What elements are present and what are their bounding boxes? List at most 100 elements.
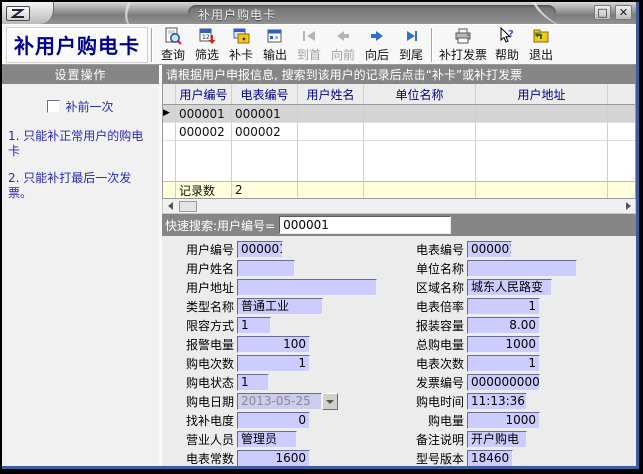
cell-user-address[interactable] [476,123,608,140]
quick-search-input[interactable] [279,216,451,234]
area-name-label: 区域名称 [394,279,464,296]
purchase-count-field[interactable]: 1 [237,355,310,372]
purchase-status-field[interactable]: 1 [237,374,269,391]
filter-label: 筛选 [195,46,219,63]
window-frame: 补用户购电卡 □ ✕ 补用户购电卡 查询 12 筛选 ✦ 补卡 输出 到首 [2,2,639,469]
go-prev-label: 向前 [331,46,355,63]
reissue-previous-checkbox-row[interactable]: 补前一次 [8,98,153,115]
unit-name-field[interactable] [467,260,577,277]
user-address-field[interactable] [237,279,377,296]
table-empty-area [163,141,635,181]
toolbar: 补用户购电卡 查询 12 筛选 ✦ 补卡 输出 到首 向前 向后 [2,24,636,65]
page-title-panel: 补用户购电卡 [6,27,148,63]
query-button[interactable]: 查询 [156,26,190,64]
purchase-energy-label: 购电量 [394,412,464,429]
quick-search-bar: 快速搜索:用户编号= [162,214,636,236]
meter-constant-field[interactable]: 1600 [237,450,310,466]
main-area: 请根据用户申报信息, 搜索到该用户的记录后点击“补卡”或补打发票 用户编号 电表… [162,65,636,466]
col-meter-id[interactable]: 电表编号 [232,84,298,104]
user-name-field[interactable] [237,260,295,277]
scroll-right-icon[interactable] [621,200,635,213]
col-user-address[interactable]: 用户地址 [476,84,608,104]
remark-field[interactable]: 开户购电 [467,431,527,448]
user-id-field[interactable]: 000001 [237,241,283,258]
type-name-label: 类型名称 [164,298,234,315]
svg-text:✦: ✦ [241,35,247,43]
purchase-time-label: 购电时间 [394,393,464,410]
output-label: 输出 [263,46,287,63]
area-name-field[interactable]: 城东人民路变 [467,279,552,296]
meter-constant-label: 电表常数 [164,450,234,466]
exit-folder-icon [532,27,550,45]
model-version-field[interactable]: 18460 [467,450,513,466]
table-header-row: 用户编号 电表编号 用户姓名 单位名称 用户地址 [163,84,635,105]
user-address-label: 用户地址 [164,279,234,296]
go-next-button[interactable]: 向后 [360,26,394,64]
help-label: 帮助 [495,46,519,63]
alarm-energy-field[interactable]: 100 [237,336,310,353]
cell-user-name[interactable] [298,105,364,122]
go-first-button: 到首 [292,26,326,64]
purchase-date-dropdown[interactable] [322,393,338,410]
cell-meter-id[interactable]: 000001 [232,105,298,122]
col-filler [608,84,635,104]
close-button[interactable]: ✕ [615,5,632,20]
checkbox-icon[interactable] [47,100,60,113]
go-last-label: 到尾 [399,46,423,63]
adjust-energy-field[interactable]: 0 [237,412,310,429]
user-table: 用户编号 电表编号 用户姓名 单位名称 用户地址 ▶ 000001 000001 [162,84,636,199]
table-hscrollbar[interactable] [162,199,636,214]
table-row[interactable]: 000002 000002 [163,123,635,141]
cell-unit-name[interactable] [364,123,476,140]
total-energy-label: 总购电量 [394,336,464,353]
cell-user-address[interactable] [476,105,608,122]
svg-text:12: 12 [202,34,210,41]
output-button[interactable]: 输出 [258,26,292,64]
installed-capacity-label: 报装容量 [394,317,464,334]
reissue-previous-label: 补前一次 [65,98,113,115]
meter-ratio-field[interactable]: 1 [467,298,540,315]
cell-meter-id[interactable]: 000002 [232,123,298,140]
meter-count-field[interactable]: 1 [467,355,540,372]
cell-user-id[interactable]: 000001 [176,105,232,122]
reissue-card-button[interactable]: ✦ 补卡 [224,26,258,64]
total-energy-field[interactable]: 1000 [467,336,540,353]
user-name-label: 用户姓名 [164,260,234,277]
search-icon [164,27,182,45]
help-button[interactable]: ? 帮助 [490,26,524,64]
scrollbar-thumb[interactable] [179,201,197,212]
purchase-energy-field[interactable]: 1000 [467,412,540,429]
operator-field[interactable]: 管理员 [237,431,297,448]
cell-unit-name[interactable] [364,105,476,122]
type-name-field[interactable]: 普通工业 [237,298,323,315]
go-last-button[interactable]: 到尾 [394,26,428,64]
alarm-energy-label: 报警电量 [164,336,234,353]
logo-tab [2,2,54,24]
reprint-invoice-button[interactable]: 补打发票 [436,26,490,64]
col-user-name[interactable]: 用户姓名 [298,84,364,104]
app-logo-icon [6,6,30,21]
adjust-energy-label: 找补电度 [164,412,234,429]
go-prev-button: 向前 [326,26,360,64]
col-user-id[interactable]: 用户编号 [176,84,232,104]
meter-id-field[interactable]: 000001 [467,241,512,258]
purchase-time-field[interactable]: 11:13:36 [467,393,527,410]
table-row[interactable]: ▶ 000001 000001 [163,105,635,123]
first-arrow-icon [300,27,318,45]
cell-user-id[interactable]: 000002 [176,123,232,140]
purchase-date-field[interactable]: 2013-05-25 [237,393,322,410]
capacity-limit-mode-field[interactable]: 1 [237,317,271,334]
title-bar[interactable]: 补用户购电卡 □ ✕ [2,2,636,24]
col-unit-name[interactable]: 单位名称 [364,84,476,104]
maximize-button[interactable]: □ [594,5,611,20]
exit-button[interactable]: 退出 [524,26,558,64]
purchase-date-label: 购电日期 [164,393,234,410]
cell-user-name[interactable] [298,123,364,140]
meter-count-label: 电表次数 [394,355,464,372]
invoice-number-field[interactable]: 0000000001 [467,374,540,391]
installed-capacity-field[interactable]: 8.00 [467,317,540,334]
scroll-left-icon[interactable] [163,200,177,213]
go-next-label: 向后 [365,46,389,63]
filter-button[interactable]: 12 筛选 [190,26,224,64]
current-row-arrow-icon: ▶ [163,105,170,122]
